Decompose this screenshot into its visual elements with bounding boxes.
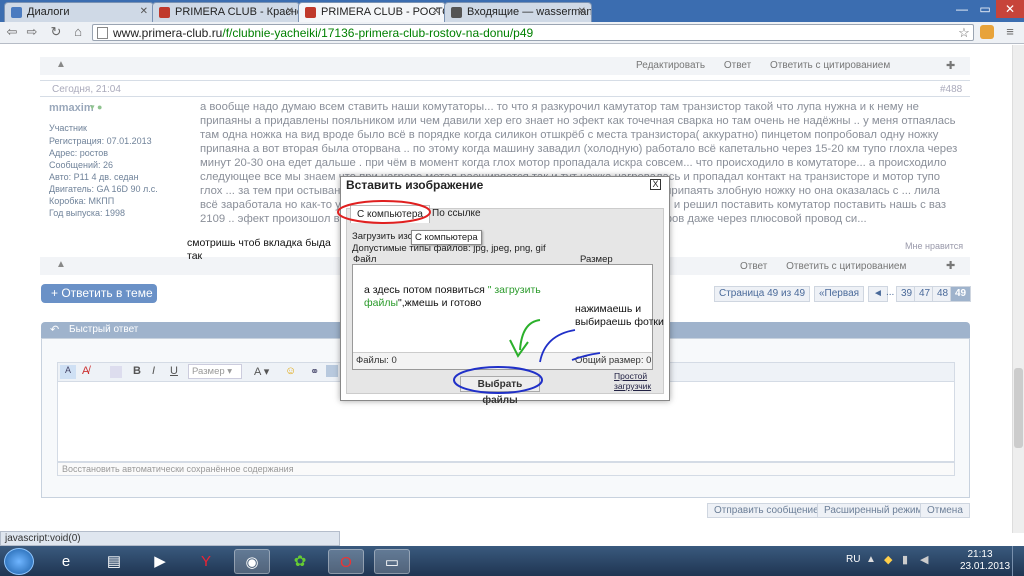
volume-icon[interactable]: ◀ [920,553,928,566]
red-circle-annotation [337,200,431,224]
language-indicator[interactable]: RU [846,554,860,565]
blue-arrow-annotation [539,329,576,363]
yandex-icon[interactable]: Y [188,549,224,574]
show-desktop-button[interactable] [1012,546,1024,576]
tray-arrow-icon[interactable]: ▲ [866,554,876,565]
start-button[interactable] [4,548,34,575]
clock-date: 23.01.2013 [960,561,1011,572]
blue-circle-annotation [453,366,543,394]
ie-icon[interactable]: e [48,549,84,574]
icq-icon[interactable]: ✿ [282,549,318,574]
opera-icon[interactable]: O [328,549,364,574]
blue-arrow-annotation-2 [571,352,601,361]
chrome-icon[interactable]: ◉ [234,549,270,574]
window-icon[interactable]: ▭ [374,549,410,574]
status-bar: javascript:void(0) [0,531,340,546]
clock-time: 21:13 [967,549,993,560]
annotation-strokes [337,200,601,394]
tray-app-icon[interactable]: ◆ [884,553,892,566]
clock[interactable]: 21:13 23.01.2013 [960,549,1011,573]
green-arrow-annotation [509,319,541,358]
media-player-icon[interactable]: ▶ [142,549,178,574]
explorer-icon[interactable]: ▤ [96,549,132,574]
network-icon[interactable]: ▮ [902,553,908,566]
